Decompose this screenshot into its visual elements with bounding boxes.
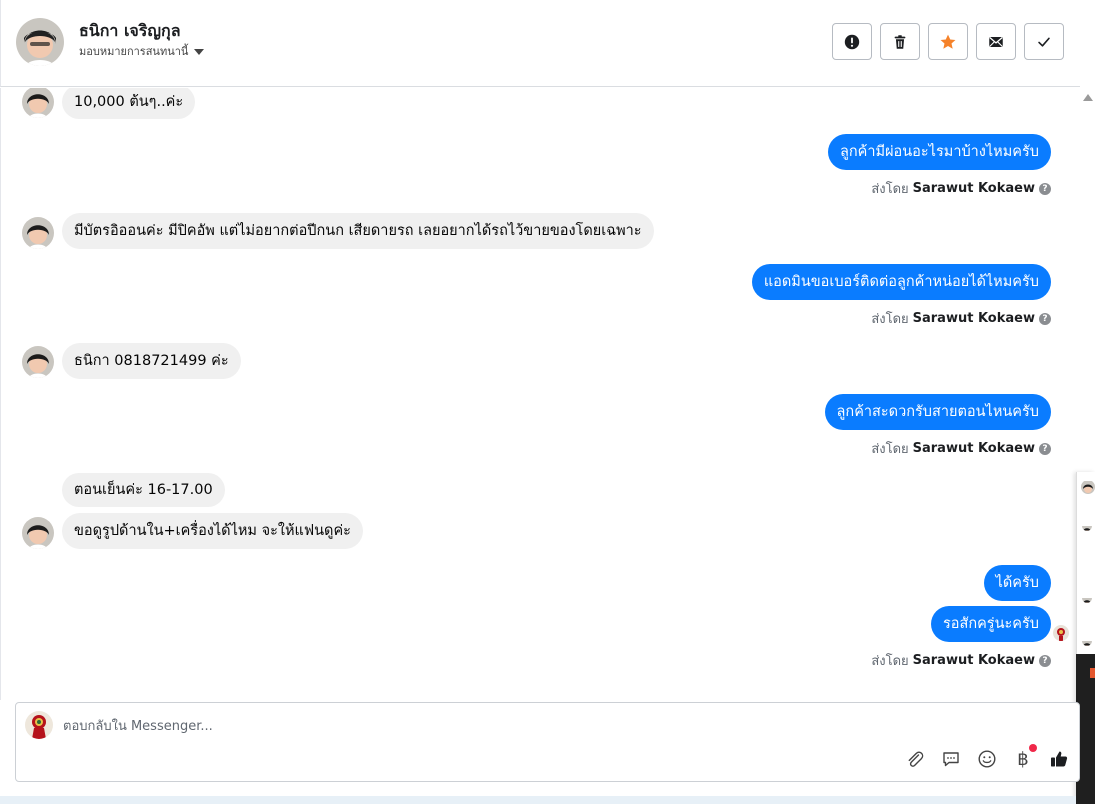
sent-by-prefix: ส่งโดย	[871, 654, 909, 669]
mark-done-button[interactable]	[1024, 23, 1064, 60]
notification-dot	[1029, 744, 1037, 752]
incoming-message[interactable]: มีบัตรอิออนค่ะ มีปิคอัพ แต่ไม่อยากต่อปีก…	[62, 213, 654, 249]
red-badge-icon	[1090, 668, 1095, 678]
sent-by-prefix: ส่งโดย	[871, 442, 909, 457]
sent-by-label: ส่งโดย Sarawut Kokaew ?	[871, 438, 1051, 459]
star-button[interactable]	[928, 23, 968, 60]
sent-by-label: ส่งโดย Sarawut Kokaew ?	[871, 308, 1051, 329]
reply-composer: ฿	[15, 702, 1080, 782]
incoming-message[interactable]: ธนิกา 0818721499 ค่ะ	[62, 343, 241, 379]
baht-payment-icon: ฿	[1017, 748, 1029, 770]
contact-avatar[interactable]	[16, 18, 64, 66]
sent-by-prefix: ส่งโดย	[871, 312, 909, 327]
assign-label: มอบหมายการสนทนานี้	[79, 45, 189, 58]
paperclip-icon	[908, 751, 924, 767]
chat-head-avatar[interactable]	[1081, 480, 1095, 494]
envelope-icon	[989, 36, 1003, 47]
trash-icon	[894, 34, 906, 49]
composer-toolbar: ฿	[903, 744, 1071, 771]
chat-head-avatar[interactable]	[1082, 593, 1092, 603]
outgoing-message[interactable]: รอสักครู่นะครับ	[930, 606, 1051, 642]
incoming-message[interactable]: ขอดูรูปด้านใน+เครื่องได้ไหม จะให้แฟนดูค่…	[62, 513, 363, 549]
sent-by-label: ส่งโดย Sarawut Kokaew ?	[871, 178, 1051, 199]
scroll-up-arrow-icon[interactable]	[1083, 94, 1093, 101]
assign-conversation-dropdown[interactable]: มอบหมายการสนทนานี้	[79, 42, 205, 60]
question-icon[interactable]: ?	[1039, 312, 1051, 325]
message-thread[interactable]: 10,000 ต้นๆ..ค่ะ ลูกค้ามีผ่อนอะไรมาบ้างไ…	[0, 88, 1080, 700]
attach-button[interactable]	[903, 747, 927, 771]
conversation-toolbar	[832, 23, 1064, 60]
chat-head-avatar[interactable]	[1082, 636, 1092, 646]
delete-button[interactable]	[880, 23, 920, 60]
contact-avatar-small	[22, 88, 54, 118]
incoming-message[interactable]: ตอนเย็นค่ะ 16-17.00	[62, 473, 225, 507]
sent-by-prefix: ส่งโดย	[871, 182, 909, 197]
contact-avatar-small	[22, 517, 54, 549]
contact-name: ธนิกา เจริญกุล	[79, 21, 181, 40]
sent-by-label: ส่งโดย Sarawut Kokaew ?	[871, 650, 1051, 671]
star-icon	[940, 34, 956, 49]
check-icon	[1038, 37, 1050, 47]
question-icon[interactable]: ?	[1039, 654, 1051, 667]
sent-by-agent[interactable]: Sarawut Kokaew	[913, 181, 1035, 196]
conversation-header: ธนิกา เจริญกุล มอบหมายการสนทนานี้	[0, 0, 1080, 87]
outgoing-message[interactable]: ได้ครับ	[983, 565, 1051, 601]
sent-by-agent[interactable]: Sarawut Kokaew	[913, 311, 1035, 326]
emoji-icon	[978, 750, 996, 768]
caret-down-icon	[194, 49, 205, 55]
contact-avatar-small	[22, 217, 54, 249]
reply-input[interactable]	[63, 715, 763, 737]
seen-by-avatar	[1053, 625, 1069, 641]
like-icon	[1051, 751, 1068, 767]
page-avatar	[25, 711, 53, 739]
question-icon[interactable]: ?	[1039, 442, 1051, 455]
saved-replies-icon	[943, 752, 959, 767]
payment-button[interactable]: ฿	[1011, 744, 1037, 771]
outgoing-message[interactable]: แอดมินขอเบอร์ติดต่อลูกค้าหน่อยได้ไหมครับ	[751, 264, 1051, 300]
incoming-message[interactable]: 10,000 ต้นๆ..ค่ะ	[62, 88, 196, 119]
contact-avatar-small	[22, 346, 54, 378]
mark-unread-button[interactable]	[976, 23, 1016, 60]
spam-button[interactable]	[832, 23, 872, 60]
emoji-button[interactable]	[975, 747, 999, 771]
sent-by-agent[interactable]: Sarawut Kokaew	[913, 441, 1035, 456]
exclamation-circle-icon	[844, 34, 860, 49]
outgoing-message[interactable]: ลูกค้าสะดวกรับสายตอนไหนครับ	[824, 394, 1051, 430]
sent-by-agent[interactable]: Sarawut Kokaew	[913, 653, 1035, 668]
outgoing-message[interactable]: ลูกค้ามีผ่อนอะไรมาบ้างไหมครับ	[828, 134, 1051, 170]
like-button[interactable]	[1047, 747, 1071, 771]
bottom-strip	[0, 796, 1076, 804]
question-icon[interactable]: ?	[1039, 182, 1051, 195]
chat-head-avatar[interactable]	[1082, 521, 1092, 531]
saved-replies-button[interactable]	[939, 747, 963, 771]
